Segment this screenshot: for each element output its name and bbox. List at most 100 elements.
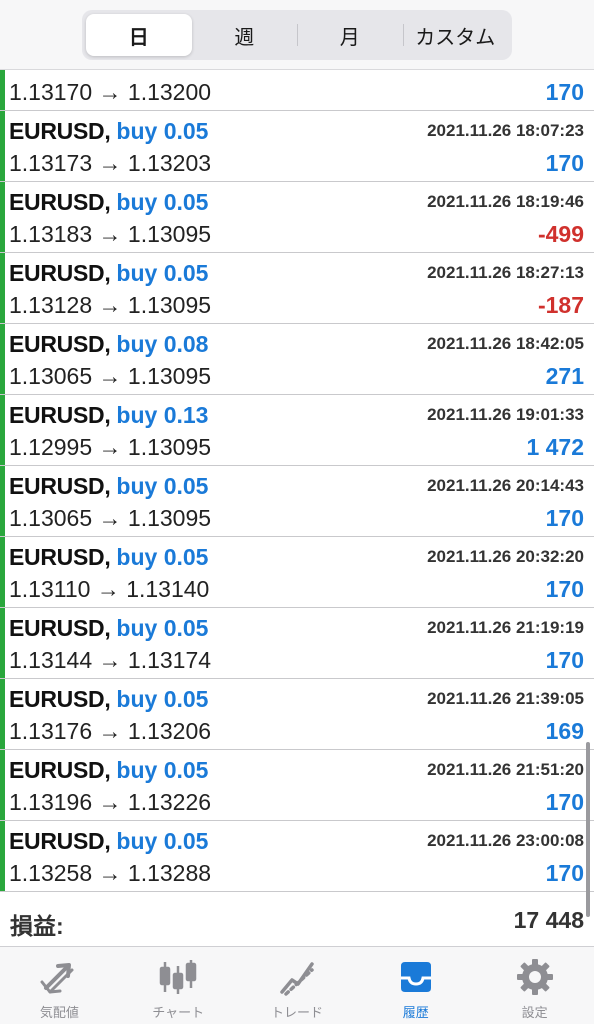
deal-profit: 170 (545, 859, 584, 886)
deal-row[interactable]: EURUSD, buy 0.05 2021.11.26 23:00:08 1.1325… (0, 821, 594, 892)
segment-day[interactable]: 日 (86, 14, 192, 56)
deal-title: EURUSD, buy 0.05 (9, 260, 208, 287)
deal-header: EURUSD, buy 0.05 2021.11.26 21:19:19 (9, 614, 584, 642)
deal-header: EURUSD, buy 0.05 2021.11.26 23:00:08 (9, 827, 584, 855)
tab-quotes[interactable]: 気配値 (0, 947, 119, 1024)
deal-header: EURUSD, buy 0.05 2021.11.26 18:19:46 (9, 188, 584, 216)
deal-side: buy 0.05 (116, 614, 209, 641)
deal-side: buy 0.05 (116, 259, 209, 286)
deal-prices: 1.13258 → 1.13288 (9, 859, 212, 886)
deal-row[interactable]: EURUSD, buy 0.05 2021.11.26 21:19:19 1.1314… (0, 608, 594, 679)
deal-side: buy 0.05 (116, 472, 209, 499)
tab-history[interactable]: 履歴 (356, 947, 475, 1024)
deal-prices: 1.13065 → 1.13095 (9, 362, 212, 389)
deal-symbol: EURUSD, (9, 117, 111, 144)
period-segmented-control: 日 週 月 カスタム (82, 10, 512, 60)
deal-profit: 170 (545, 788, 584, 815)
deal-details: 1.13173 → 1.13203 170 (9, 149, 584, 177)
top-bar: 日 週 月 カスタム (0, 0, 594, 70)
deal-time: 2021.11.26 18:42:05 (427, 334, 584, 353)
deal-symbol: EURUSD, (9, 472, 111, 499)
deal-details: 1.13183 → 1.13095 -499 (9, 220, 584, 248)
tab-chart[interactable]: チャート (119, 947, 238, 1024)
tab-settings-label: 設定 (521, 1005, 548, 1020)
deal-side: buy 0.05 (116, 685, 209, 712)
deal-side: buy 0.05 (116, 188, 209, 215)
deal-row[interactable]: EURUSD, buy 0.05 2021.11.26 21:39:05 1.1317… (0, 679, 594, 750)
deal-title: EURUSD, buy 0.13 (9, 402, 208, 429)
segment-month[interactable]: 月 (297, 14, 403, 56)
deal-symbol: EURUSD, (9, 614, 111, 641)
tab-chart-label: チャート (152, 1005, 205, 1020)
deal-time: 2021.11.26 20:32:20 (427, 547, 584, 566)
deal-symbol: EURUSD, (9, 756, 111, 783)
segment-week[interactable]: 週 (192, 14, 298, 56)
deal-profit: 170 (545, 504, 584, 531)
deal-prices: 1.12995 → 1.13095 (9, 433, 212, 460)
tab-history-label: 履歴 (402, 1005, 429, 1020)
deal-time: 2021.11.26 20:14:43 (427, 476, 584, 495)
gear-icon (516, 959, 553, 995)
deal-details: 1.12995 → 1.13095 1 472 (9, 433, 584, 461)
deal-row[interactable]: EURUSD, buy 0.05 2021.11.26 20:14:43 1.1306… (0, 466, 594, 537)
deal-profit: -499 (537, 220, 584, 247)
deal-symbol: EURUSD, (9, 685, 111, 712)
deal-row[interactable]: EURUSD, buy 0.13 2021.11.26 19:01:33 1.1299… (0, 395, 594, 466)
deal-title: EURUSD, buy 0.05 (9, 615, 208, 642)
deal-time: 2021.11.26 18:07:23 (427, 121, 584, 140)
tab-trade-label: トレード (270, 1005, 323, 1020)
deal-symbol: EURUSD, (9, 401, 111, 428)
deal-title: EURUSD, buy 0.05 (9, 473, 208, 500)
deal-prices: 1.13065 → 1.13095 (9, 504, 212, 531)
deal-profit: -187 (537, 291, 584, 318)
deal-side: buy 0.05 (116, 756, 209, 783)
deal-row[interactable]: EURUSD, buy 0.05 2021.11.26 18:07:23 1.1317… (0, 111, 594, 182)
deal-time: 2021.11.26 23:00:08 (427, 831, 584, 850)
tab-trade[interactable]: トレード (238, 947, 357, 1024)
scrollbar[interactable] (586, 742, 590, 917)
candlestick-chart-icon (159, 960, 197, 994)
deal-header: EURUSD, buy 0.05 2021.11.26 21:51:20 (9, 756, 584, 784)
deal-row[interactable]: EURUSD, buy 0.05 2021.11.26 18:19:46 1.1318… (0, 182, 594, 253)
deal-side: buy 0.08 (116, 330, 209, 357)
deal-title: EURUSD, buy 0.05 (9, 544, 208, 571)
deal-row[interactable]: EURUSD, buy 0.05 2021.11.26 18:27:13 1.1312… (0, 253, 594, 324)
tab-bar: 気配値 チャート トレード 履歴 設定 (0, 946, 594, 1024)
segment-custom[interactable]: カスタム (402, 14, 509, 56)
deal-profit: 170 (545, 149, 584, 176)
deal-prices: 1.13128 → 1.13095 (9, 291, 212, 318)
deal-row[interactable]: EURUSD, buy 0.08 2021.11.26 18:42:05 1.1306… (0, 324, 594, 395)
deal-header: EURUSD, buy 0.05 2021.11.26 21:39:05 (9, 685, 584, 713)
deal-prices: 1.13170 → 1.13200 (9, 78, 212, 105)
deal-time: 2021.11.26 18:27:13 (427, 263, 584, 282)
deal-prices: 1.13144 → 1.13174 (9, 646, 212, 673)
deal-row[interactable]: EURUSD, buy 0.05 2021.11.26 21:51:20 1.1319… (0, 750, 594, 821)
deal-time: 2021.11.26 21:19:19 (427, 618, 584, 637)
deal-header: EURUSD, buy 0.08 2021.11.26 18:42:05 (9, 330, 584, 358)
deal-details: 1.13196 → 1.13226 170 (9, 788, 584, 816)
deals-list[interactable]: 1.13170 → 1.13200 170 EURUSD, buy 0.05 2021.… (0, 70, 594, 895)
deal-details: 1.13170 → 1.13200 170 (9, 78, 584, 106)
deal-details: 1.13065 → 1.13095 170 (9, 504, 584, 532)
deal-time: 2021.11.26 19:01:33 (427, 405, 584, 424)
deal-header: EURUSD, buy 0.05 2021.11.26 18:07:23 (9, 117, 584, 145)
trade-line-icon (280, 962, 314, 996)
tab-settings[interactable]: 設定 (475, 947, 594, 1024)
deal-symbol: EURUSD, (9, 188, 111, 215)
deal-side: buy 0.05 (116, 117, 209, 144)
deal-symbol: EURUSD, (9, 543, 111, 570)
deal-title: EURUSD, buy 0.05 (9, 118, 208, 145)
deal-symbol: EURUSD, (9, 827, 111, 854)
deal-side: buy 0.05 (116, 543, 209, 570)
history-inbox-icon (400, 962, 431, 992)
deal-header: EURUSD, buy 0.13 2021.11.26 19:01:33 (9, 401, 584, 429)
deal-title: EURUSD, buy 0.05 (9, 189, 208, 216)
deal-details: 1.13144 → 1.13174 170 (9, 646, 584, 674)
deal-time: 2021.11.26 21:51:20 (427, 760, 584, 779)
deal-row[interactable]: 1.13170 → 1.13200 170 (0, 70, 594, 111)
deal-header: EURUSD, buy 0.05 2021.11.26 20:32:20 (9, 543, 584, 571)
deal-prices: 1.13110 → 1.13140 (9, 575, 210, 602)
deal-row[interactable]: EURUSD, buy 0.05 2021.11.26 20:32:20 1.1311… (0, 537, 594, 608)
deal-time: 2021.11.26 18:19:46 (427, 192, 584, 211)
deal-side: buy 0.13 (116, 401, 209, 428)
